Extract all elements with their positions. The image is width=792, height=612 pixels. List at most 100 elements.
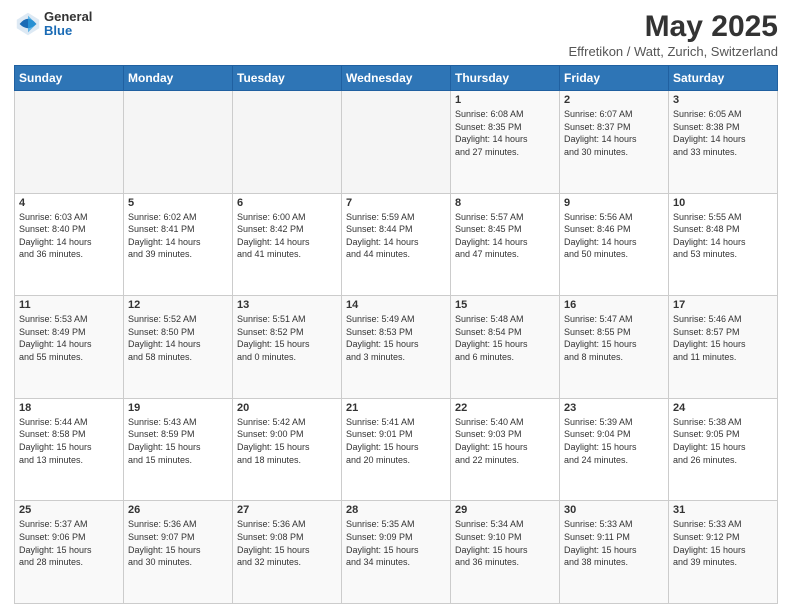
day-number: 17 (673, 299, 773, 311)
day-info: Sunrise: 5:40 AM Sunset: 9:03 PM Dayligh… (455, 416, 555, 466)
day-info: Sunrise: 5:36 AM Sunset: 9:07 PM Dayligh… (128, 518, 228, 568)
calendar-header-row: SundayMondayTuesdayWednesdayThursdayFrid… (15, 66, 778, 91)
calendar-cell: 8 Sunrise: 5:57 AM Sunset: 8:45 PM Daylig… (451, 193, 560, 296)
calendar-cell: 28 Sunrise: 5:35 AM Sunset: 9:09 PM Dayli… (342, 501, 451, 604)
calendar-cell: 17 Sunrise: 5:46 AM Sunset: 8:57 PM Dayli… (669, 296, 778, 399)
day-info: Sunrise: 5:38 AM Sunset: 9:05 PM Dayligh… (673, 416, 773, 466)
calendar-cell: 29Sunrise: 5:34 AM Sunset: 9:10 PM Dayli… (451, 501, 560, 604)
calendar-cell: 4Sunrise: 6:03 AM Sunset: 8:40 PM Daylig… (15, 193, 124, 296)
day-info: Sunrise: 5:53 AM Sunset: 8:49 PM Dayligh… (19, 313, 119, 363)
calendar-cell: 13 Sunrise: 5:51 AM Sunset: 8:52 PM Dayli… (233, 296, 342, 399)
day-number: 10 (673, 197, 773, 209)
day-number: 21 (346, 402, 446, 414)
day-info: Sunrise: 5:39 AM Sunset: 9:04 PM Dayligh… (564, 416, 664, 466)
calendar-cell: 25Sunrise: 5:37 AM Sunset: 9:06 PM Dayli… (15, 501, 124, 604)
calendar-week-row: 11 Sunrise: 5:53 AM Sunset: 8:49 PM Dayli… (15, 296, 778, 399)
calendar-cell: 1Sunrise: 6:08 AM Sunset: 8:35 PM Daylig… (451, 91, 560, 194)
calendar-cell: 10 Sunrise: 5:55 AM Sunset: 8:48 PM Dayli… (669, 193, 778, 296)
calendar-cell: 9 Sunrise: 5:56 AM Sunset: 8:46 PM Daylig… (560, 193, 669, 296)
logo: General Blue (14, 10, 92, 39)
calendar-cell: 27 Sunrise: 5:36 AM Sunset: 9:08 PM Dayli… (233, 501, 342, 604)
calendar-cell (124, 91, 233, 194)
calendar-week-row: 4Sunrise: 6:03 AM Sunset: 8:40 PM Daylig… (15, 193, 778, 296)
day-info: Sunrise: 5:56 AM Sunset: 8:46 PM Dayligh… (564, 211, 664, 261)
calendar-cell: 18 Sunrise: 5:44 AM Sunset: 8:58 PM Dayli… (15, 398, 124, 501)
calendar-cell: 6Sunrise: 6:00 AM Sunset: 8:42 PM Daylig… (233, 193, 342, 296)
day-info: Sunrise: 5:36 AM Sunset: 9:08 PM Dayligh… (237, 518, 337, 568)
day-info: Sunrise: 5:57 AM Sunset: 8:45 PM Dayligh… (455, 211, 555, 261)
day-number: 23 (564, 402, 664, 414)
column-header-tuesday: Tuesday (233, 66, 342, 91)
day-info: Sunrise: 5:33 AM Sunset: 9:12 PM Dayligh… (673, 518, 773, 568)
column-header-thursday: Thursday (451, 66, 560, 91)
calendar-week-row: 25Sunrise: 5:37 AM Sunset: 9:06 PM Dayli… (15, 501, 778, 604)
column-header-wednesday: Wednesday (342, 66, 451, 91)
logo-icon (14, 10, 42, 38)
calendar-cell: 19 Sunrise: 5:43 AM Sunset: 8:59 PM Dayli… (124, 398, 233, 501)
day-number: 2 (564, 94, 664, 106)
calendar-cell: 2Sunrise: 6:07 AM Sunset: 8:37 PM Daylig… (560, 91, 669, 194)
day-number: 11 (19, 299, 119, 311)
day-info: Sunrise: 5:52 AM Sunset: 8:50 PM Dayligh… (128, 313, 228, 363)
day-info: Sunrise: 5:49 AM Sunset: 8:53 PM Dayligh… (346, 313, 446, 363)
day-number: 20 (237, 402, 337, 414)
calendar-cell: 15 Sunrise: 5:48 AM Sunset: 8:54 PM Dayli… (451, 296, 560, 399)
day-info: Sunrise: 5:42 AM Sunset: 9:00 PM Dayligh… (237, 416, 337, 466)
calendar-cell: 5Sunrise: 6:02 AM Sunset: 8:41 PM Daylig… (124, 193, 233, 296)
day-number: 1 (455, 94, 555, 106)
day-info: Sunrise: 5:44 AM Sunset: 8:58 PM Dayligh… (19, 416, 119, 466)
logo-text: General Blue (44, 10, 92, 39)
day-number: 22 (455, 402, 555, 414)
day-number: 8 (455, 197, 555, 209)
logo-general-text: General (44, 10, 92, 24)
column-header-sunday: Sunday (15, 66, 124, 91)
day-number: 12 (128, 299, 228, 311)
day-number: 25 (19, 504, 119, 516)
day-number: 24 (673, 402, 773, 414)
day-number: 26 (128, 504, 228, 516)
day-info: Sunrise: 6:02 AM Sunset: 8:41 PM Dayligh… (128, 211, 228, 261)
column-header-saturday: Saturday (669, 66, 778, 91)
day-number: 15 (455, 299, 555, 311)
calendar-cell: 20 Sunrise: 5:42 AM Sunset: 9:00 PM Dayli… (233, 398, 342, 501)
day-number: 6 (237, 197, 337, 209)
page: General Blue May 2025 Effretikon / Watt,… (0, 0, 792, 612)
day-info: Sunrise: 5:55 AM Sunset: 8:48 PM Dayligh… (673, 211, 773, 261)
calendar-table: SundayMondayTuesdayWednesdayThursdayFrid… (14, 65, 778, 604)
main-title: May 2025 (568, 10, 778, 44)
day-info: Sunrise: 5:41 AM Sunset: 9:01 PM Dayligh… (346, 416, 446, 466)
column-header-monday: Monday (124, 66, 233, 91)
day-info: Sunrise: 5:48 AM Sunset: 8:54 PM Dayligh… (455, 313, 555, 363)
calendar-cell: 3 Sunrise: 6:05 AM Sunset: 8:38 PM Daylig… (669, 91, 778, 194)
calendar-cell (233, 91, 342, 194)
calendar-cell: 14 Sunrise: 5:49 AM Sunset: 8:53 PM Dayli… (342, 296, 451, 399)
day-number: 3 (673, 94, 773, 106)
day-info: Sunrise: 5:46 AM Sunset: 8:57 PM Dayligh… (673, 313, 773, 363)
day-number: 13 (237, 299, 337, 311)
day-number: 9 (564, 197, 664, 209)
logo-blue-text: Blue (44, 24, 92, 38)
day-info: Sunrise: 5:51 AM Sunset: 8:52 PM Dayligh… (237, 313, 337, 363)
day-number: 19 (128, 402, 228, 414)
calendar-cell (342, 91, 451, 194)
day-number: 14 (346, 299, 446, 311)
day-number: 28 (346, 504, 446, 516)
calendar-cell: 31Sunrise: 5:33 AM Sunset: 9:12 PM Dayli… (669, 501, 778, 604)
day-info: Sunrise: 5:47 AM Sunset: 8:55 PM Dayligh… (564, 313, 664, 363)
calendar-cell: 23 Sunrise: 5:39 AM Sunset: 9:04 PM Dayli… (560, 398, 669, 501)
day-info: Sunrise: 5:33 AM Sunset: 9:11 PM Dayligh… (564, 518, 664, 568)
day-number: 4 (19, 197, 119, 209)
day-number: 29 (455, 504, 555, 516)
calendar-cell: 7Sunrise: 5:59 AM Sunset: 8:44 PM Daylig… (342, 193, 451, 296)
column-header-friday: Friday (560, 66, 669, 91)
subtitle: Effretikon / Watt, Zurich, Switzerland (568, 44, 778, 59)
day-info: Sunrise: 5:35 AM Sunset: 9:09 PM Dayligh… (346, 518, 446, 568)
day-number: 18 (19, 402, 119, 414)
day-info: Sunrise: 5:43 AM Sunset: 8:59 PM Dayligh… (128, 416, 228, 466)
title-section: May 2025 Effretikon / Watt, Zurich, Swit… (568, 10, 778, 59)
day-info: Sunrise: 6:05 AM Sunset: 8:38 PM Dayligh… (673, 108, 773, 158)
day-number: 27 (237, 504, 337, 516)
calendar-cell: 22 Sunrise: 5:40 AM Sunset: 9:03 PM Dayli… (451, 398, 560, 501)
calendar-cell: 12 Sunrise: 5:52 AM Sunset: 8:50 PM Dayli… (124, 296, 233, 399)
calendar-cell: 21 Sunrise: 5:41 AM Sunset: 9:01 PM Dayli… (342, 398, 451, 501)
